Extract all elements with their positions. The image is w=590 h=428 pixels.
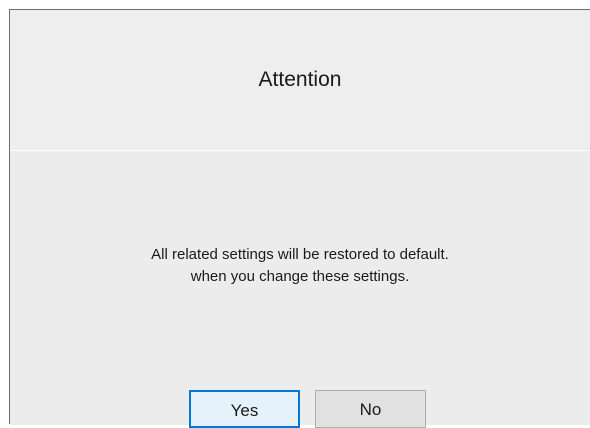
dialog-message-line-2: when you change these settings.	[190, 268, 410, 285]
yes-button[interactable]: Yes	[189, 390, 300, 428]
dialog-message-line-1: All related settings will be restored to…	[151, 246, 449, 263]
dialog-title: Attention	[258, 68, 342, 91]
confirmation-dialog: Attention All related settings will be r…	[9, 9, 590, 428]
dialog-message: All related settings will be restored to…	[10, 244, 590, 288]
dialog-body: All related settings will be restored to…	[10, 152, 590, 428]
no-button[interactable]: No	[315, 390, 426, 428]
dialog-header: Attention	[10, 10, 590, 151]
